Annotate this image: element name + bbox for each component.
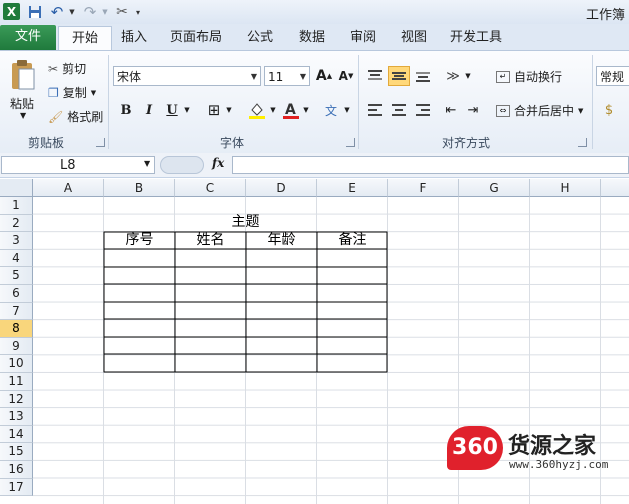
group-divider bbox=[108, 55, 109, 149]
tools-icon[interactable]: ✂ bbox=[112, 2, 132, 22]
header-cell-age[interactable]: 年龄 bbox=[246, 232, 317, 249]
scissors-icon: ✂ bbox=[48, 61, 59, 76]
cut-button[interactable]: ✂ 剪切 bbox=[48, 60, 86, 77]
brush-icon: 🖌 bbox=[48, 109, 64, 124]
header-cell-serial[interactable]: 序号 bbox=[104, 232, 175, 249]
font-group-label: 字体 bbox=[219, 136, 244, 150]
formula-input[interactable] bbox=[232, 156, 629, 174]
insert-function-icon[interactable]: fx bbox=[212, 156, 224, 170]
wrap-text-button[interactable]: ↵ 自动换行 bbox=[496, 68, 562, 85]
window-title: 工作簿 bbox=[585, 8, 625, 23]
quick-access-customize-icon[interactable]: ▾ bbox=[133, 2, 143, 22]
italic-button[interactable]: I bbox=[138, 100, 160, 120]
redo-icon[interactable]: ↷ bbox=[80, 2, 100, 22]
undo-dropdown-icon[interactable]: ▼ bbox=[67, 2, 77, 22]
save-icon[interactable] bbox=[26, 2, 44, 22]
format-painter-button[interactable]: 🖌 格式刷 bbox=[48, 108, 103, 125]
text-orientation-icon[interactable]: ≫ bbox=[442, 66, 464, 86]
copy-icon: ❐ bbox=[48, 85, 59, 100]
excel-logo-icon: X bbox=[3, 3, 20, 20]
align-right-icon[interactable] bbox=[412, 100, 434, 120]
ribbon-tabs: 文件 开始 插入 页面布局 公式 数据 审阅 视图 开发工具 bbox=[0, 24, 629, 51]
copy-dropdown-icon[interactable]: ▼ bbox=[91, 89, 96, 97]
font-color-dropdown-icon[interactable]: ▼ bbox=[301, 100, 311, 120]
increase-indent-icon[interactable]: ⇥ bbox=[462, 100, 484, 120]
paste-icon[interactable] bbox=[6, 55, 40, 95]
align-bottom-icon[interactable] bbox=[412, 66, 434, 86]
tab-insert[interactable]: 插入 bbox=[112, 26, 156, 50]
name-box[interactable]: L8 ▼ bbox=[1, 156, 155, 174]
phonetic-dropdown-icon[interactable]: ▼ bbox=[342, 100, 352, 120]
svg-text:A: A bbox=[285, 102, 296, 118]
currency-format-icon[interactable]: $ bbox=[598, 100, 620, 120]
decrease-indent-icon[interactable]: ⇤ bbox=[440, 100, 462, 120]
fill-color-icon[interactable] bbox=[246, 100, 268, 120]
watermark-url: www.360hyzj.com bbox=[509, 458, 609, 471]
merge-dropdown-icon[interactable]: ▼ bbox=[578, 107, 583, 115]
font-color-icon[interactable]: A bbox=[280, 100, 302, 120]
tab-home[interactable]: 开始 bbox=[58, 26, 112, 51]
align-left-icon[interactable] bbox=[364, 100, 386, 120]
alignment-group-label: 对齐方式 bbox=[441, 136, 490, 150]
undo-icon[interactable]: ↶ bbox=[47, 2, 67, 22]
wrap-text-icon: ↵ bbox=[496, 70, 510, 83]
redo-dropdown-icon[interactable]: ▼ bbox=[100, 2, 110, 22]
underline-button[interactable]: U bbox=[161, 100, 183, 120]
increase-font-size-icon[interactable]: A ▲ bbox=[313, 66, 335, 86]
align-top-icon[interactable] bbox=[364, 66, 386, 86]
paste-dropdown-icon[interactable]: ▼ bbox=[20, 111, 26, 120]
chevron-down-icon: ▼ bbox=[250, 72, 257, 81]
align-middle-icon[interactable] bbox=[388, 66, 410, 86]
tab-data[interactable]: 数据 bbox=[290, 26, 334, 50]
alignment-dialog-launcher[interactable] bbox=[578, 138, 587, 147]
tab-developer[interactable]: 开发工具 bbox=[444, 26, 508, 50]
number-format-select[interactable]: 常规 bbox=[596, 66, 629, 86]
fill-color-dropdown-icon[interactable]: ▼ bbox=[268, 100, 278, 120]
underline-dropdown-icon[interactable]: ▼ bbox=[182, 100, 192, 120]
bold-button[interactable]: B bbox=[115, 100, 137, 120]
copy-button[interactable]: ❐ 复制 ▼ bbox=[48, 84, 96, 101]
clipboard-dialog-launcher[interactable] bbox=[96, 138, 105, 147]
tab-review[interactable]: 审阅 bbox=[341, 26, 385, 50]
ribbon: 粘贴 ▼ ✂ 剪切 ❐ 复制 ▼ 🖌 格式刷 剪贴板 宋体 ▼ 11 ▼ A ▲ A ▼ B I… bbox=[0, 50, 629, 155]
title-bar: X ↶ ▼ ↷ ▼ ✂ ▾ 工作簿 bbox=[0, 0, 629, 25]
paste-button[interactable]: 粘贴 bbox=[10, 95, 34, 112]
formula-expand-handle[interactable] bbox=[160, 156, 204, 174]
header-cell-notes[interactable]: 备注 bbox=[317, 232, 388, 249]
group-divider bbox=[592, 55, 593, 149]
borders-icon[interactable]: ⊞ bbox=[203, 100, 225, 120]
tab-view[interactable]: 视图 bbox=[392, 26, 436, 50]
watermark-logo: 360 bbox=[447, 426, 503, 470]
tab-page-layout[interactable]: 页面布局 bbox=[164, 26, 228, 50]
merge-center-button[interactable]: ⇔ 合并后居中 ▼ bbox=[496, 102, 583, 119]
phonetic-guide-icon[interactable]: 文 bbox=[320, 100, 342, 120]
formula-bar: L8 ▼ fx bbox=[0, 153, 629, 178]
header-cell-name[interactable]: 姓名 bbox=[175, 232, 246, 249]
decrease-font-size-icon[interactable]: A ▼ bbox=[335, 66, 357, 86]
watermark-name: 货源之家 bbox=[508, 434, 597, 459]
borders-dropdown-icon[interactable]: ▼ bbox=[224, 100, 234, 120]
font-size-select[interactable]: 11 ▼ bbox=[264, 66, 310, 86]
title-cell[interactable]: 主题 bbox=[104, 214, 387, 231]
name-box-dropdown-icon[interactable]: ▼ bbox=[144, 159, 150, 168]
tab-file[interactable]: 文件 bbox=[0, 25, 56, 50]
align-center-icon[interactable] bbox=[388, 100, 410, 120]
tab-formulas[interactable]: 公式 bbox=[238, 26, 282, 50]
font-dialog-launcher[interactable] bbox=[346, 138, 355, 147]
clipboard-group-label: 剪贴板 bbox=[27, 136, 64, 150]
orientation-dropdown-icon[interactable]: ▼ bbox=[463, 66, 473, 86]
font-family-select[interactable]: 宋体 ▼ bbox=[113, 66, 261, 86]
chevron-down-icon: ▼ bbox=[299, 72, 306, 81]
merge-icon: ⇔ bbox=[496, 104, 510, 117]
group-divider bbox=[358, 55, 359, 149]
